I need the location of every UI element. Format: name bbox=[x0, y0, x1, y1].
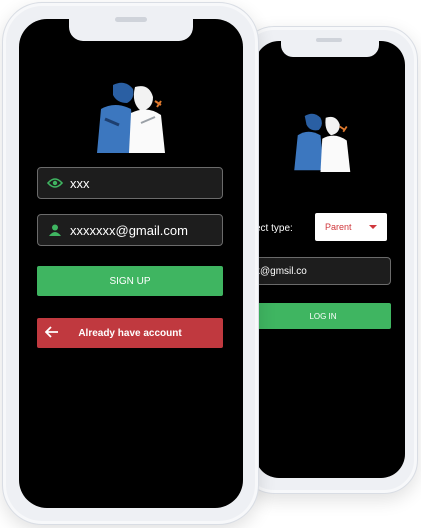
have-account-button[interactable]: Already have account bbox=[37, 318, 223, 348]
front-notch bbox=[69, 19, 193, 41]
signup-button[interactable]: SIGN UP bbox=[37, 266, 223, 296]
phone-front: xxx xxxxxxx@gmail.com SIGN UP Already ha… bbox=[2, 2, 259, 525]
illustration-icon bbox=[97, 82, 165, 153]
have-account-label: Already have account bbox=[78, 327, 182, 339]
back-screen: ect type: Parent x@gmsil.co LOG IN bbox=[255, 41, 405, 478]
person-icon bbox=[44, 224, 66, 236]
email-value: xxxxxxx@gmail.com bbox=[70, 222, 188, 238]
arrow-left-icon bbox=[44, 325, 59, 342]
signup-label: SIGN UP bbox=[109, 275, 151, 287]
login-label: LOG IN bbox=[309, 311, 337, 321]
front-speaker bbox=[115, 17, 147, 22]
back-email-field[interactable]: x@gmsil.co bbox=[255, 257, 391, 285]
back-notch bbox=[281, 41, 379, 57]
name-value: xxx bbox=[70, 175, 90, 191]
select-type-label: ect type: bbox=[255, 223, 293, 234]
login-button[interactable]: LOG IN bbox=[255, 303, 391, 329]
front-screen: xxx xxxxxxx@gmail.com SIGN UP Already ha… bbox=[19, 19, 243, 508]
type-select-value: Parent bbox=[325, 222, 352, 232]
eye-icon bbox=[44, 177, 66, 189]
name-field[interactable]: xxx bbox=[37, 167, 223, 199]
email-field[interactable]: xxxxxxx@gmail.com bbox=[37, 214, 223, 246]
caret-down-icon bbox=[369, 225, 377, 229]
illustration-icon bbox=[294, 113, 351, 172]
type-select[interactable]: Parent bbox=[315, 213, 387, 241]
back-speaker bbox=[316, 38, 342, 42]
phone-back: ect type: Parent x@gmsil.co LOG IN bbox=[240, 26, 418, 494]
back-email-value: x@gmsil.co bbox=[255, 265, 307, 277]
